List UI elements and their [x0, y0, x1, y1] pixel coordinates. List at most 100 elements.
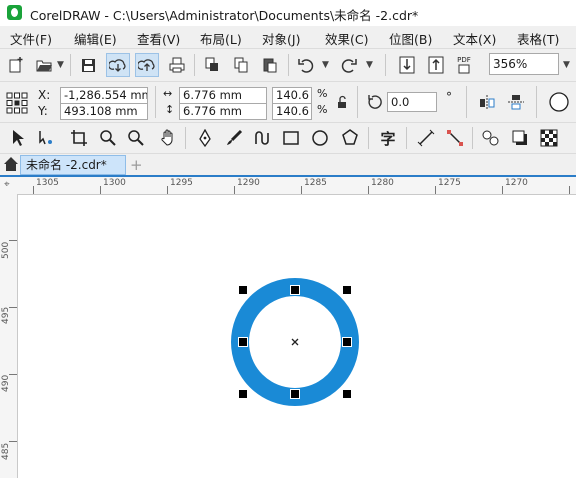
ruler-origin-icon[interactable]: ⌖ — [4, 179, 10, 190]
separator — [288, 54, 289, 76]
standard-toolbar: ▼ ▼ ▼ PDF 356% ▼ — [0, 49, 576, 82]
drop-shadow-icon[interactable] — [508, 126, 532, 150]
crop-tool-icon[interactable] — [67, 126, 91, 150]
open-folder-icon[interactable] — [32, 53, 56, 77]
selection-handle[interactable] — [290, 285, 300, 295]
menu-effects[interactable]: 效果(C) — [325, 29, 368, 48]
separator — [466, 86, 467, 118]
ruler-tick — [33, 186, 34, 194]
ruler-tick — [167, 186, 168, 194]
separator — [185, 127, 186, 149]
menu-object[interactable]: 对象(J) — [262, 29, 300, 48]
selection-handle[interactable] — [239, 390, 247, 398]
ellipse-shape-icon[interactable] — [546, 89, 572, 115]
vertical-ruler[interactable]: 500 495 490 485 — [0, 194, 18, 478]
paste-icon[interactable] — [258, 53, 282, 77]
ruler-tick — [100, 186, 101, 194]
selection-handle[interactable] — [238, 337, 248, 347]
pen-tool-icon[interactable] — [193, 126, 217, 150]
menu-text[interactable]: 文本(X) — [453, 29, 496, 48]
text-tool-icon[interactable]: 字 — [376, 126, 400, 150]
menu-view[interactable]: 查看(V) — [137, 29, 180, 48]
rectangle-tool-icon[interactable] — [279, 126, 303, 150]
artistic-media-icon[interactable] — [222, 126, 246, 150]
scale-width-field[interactable]: 140.6 — [272, 87, 312, 104]
reference-point-icon[interactable] — [6, 92, 28, 114]
selection-handle[interactable] — [290, 389, 300, 399]
document-tab-bar: 未命名 -2.cdr* + — [0, 154, 576, 177]
undo-icon[interactable] — [294, 53, 318, 77]
blend-tool-icon[interactable] — [479, 126, 503, 150]
polygon-tool-icon[interactable] — [338, 126, 362, 150]
ruler-label: 1275 — [438, 178, 461, 188]
menu-bitmaps[interactable]: 位图(B) — [389, 29, 432, 48]
pick-tool-icon[interactable] — [6, 126, 30, 150]
redo-icon[interactable] — [337, 53, 361, 77]
open-dropdown-chevron-icon[interactable]: ▼ — [57, 60, 64, 70]
mirror-horizontal-icon[interactable] — [475, 90, 499, 114]
width-field[interactable]: 6.776 mm — [179, 87, 267, 104]
menu-file[interactable]: 文件(F) — [10, 29, 52, 48]
ruler-tick — [569, 186, 570, 194]
home-icon[interactable] — [3, 156, 19, 172]
percent-label-width: % — [317, 87, 328, 100]
pan-hand-icon[interactable] — [156, 126, 180, 150]
new-document-icon[interactable] — [4, 53, 28, 77]
cloud-upload-icon[interactable] — [135, 53, 159, 77]
height-icon: ↕ — [165, 103, 175, 116]
save-icon[interactable] — [76, 53, 100, 77]
menu-table[interactable]: 表格(T) — [517, 29, 559, 48]
drawing-canvas[interactable] — [18, 195, 576, 478]
print-icon[interactable] — [165, 53, 189, 77]
redo-dropdown-chevron-icon[interactable]: ▼ — [366, 60, 373, 70]
x-position-field[interactable]: -1,286.554 mm — [60, 87, 148, 104]
publish-pdf-icon[interactable]: PDF — [452, 53, 476, 77]
menu-layout[interactable]: 布局(L) — [200, 29, 242, 48]
parallel-dimension-icon[interactable] — [414, 126, 438, 150]
zoom-dropdown-chevron-icon[interactable]: ▼ — [563, 60, 570, 70]
y-position-field[interactable]: 493.108 mm — [60, 103, 148, 120]
ruler-tick — [502, 186, 503, 194]
zoom-level-input[interactable]: 356% — [489, 53, 559, 75]
toolbox: 字 — [0, 123, 576, 154]
percent-label-height: % — [317, 103, 328, 116]
ruler-label: 1305 — [36, 178, 59, 188]
cut-icon[interactable] — [200, 53, 224, 77]
add-tab-button[interactable]: + — [130, 156, 143, 174]
title-bar: CorelDRAW - C:\Users\Administrator\Docum… — [0, 0, 576, 26]
cloud-download-icon[interactable] — [106, 53, 130, 77]
magnifier-icon[interactable] — [124, 126, 148, 150]
lock-ratio-icon[interactable] — [335, 95, 349, 109]
connector-tool-icon[interactable] — [443, 126, 467, 150]
ruler-tick — [9, 240, 17, 241]
ruler-label: 500 — [1, 241, 11, 259]
center-marker-icon — [291, 338, 299, 346]
ruler-tick — [301, 186, 302, 194]
document-tab[interactable]: 未命名 -2.cdr* — [20, 155, 126, 175]
selection-handle[interactable] — [343, 390, 351, 398]
zoom-tool-icon[interactable] — [96, 126, 120, 150]
selection-handle[interactable] — [343, 286, 351, 294]
scale-height-field[interactable]: 140.6 — [272, 103, 312, 120]
menu-edit[interactable]: 编辑(E) — [74, 29, 117, 48]
transparency-checker-icon[interactable] — [537, 126, 561, 150]
ruler-label: 485 — [1, 442, 11, 460]
rotation-angle-field[interactable]: 0.0 — [387, 92, 437, 112]
undo-dropdown-chevron-icon[interactable]: ▼ — [322, 60, 329, 70]
smart-drawing-icon[interactable] — [250, 126, 274, 150]
shape-tool-icon[interactable] — [34, 126, 58, 150]
selection-handle[interactable] — [239, 286, 247, 294]
window-title: CorelDRAW - C:\Users\Administrator\Docum… — [30, 8, 419, 23]
ellipse-tool-icon[interactable] — [308, 126, 332, 150]
ruler-tick — [234, 186, 235, 194]
ruler-tick — [9, 307, 17, 308]
height-field[interactable]: 6.776 mm — [179, 103, 267, 120]
selection-handle[interactable] — [342, 337, 352, 347]
separator — [406, 127, 407, 149]
mirror-vertical-icon[interactable] — [504, 90, 528, 114]
degree-label: ° — [446, 90, 452, 104]
import-icon[interactable] — [395, 53, 419, 77]
copy-icon[interactable] — [229, 53, 253, 77]
horizontal-ruler[interactable]: ⌖ 1305 1300 1295 1290 1285 1280 1275 127… — [0, 177, 576, 195]
export-icon[interactable] — [424, 53, 448, 77]
